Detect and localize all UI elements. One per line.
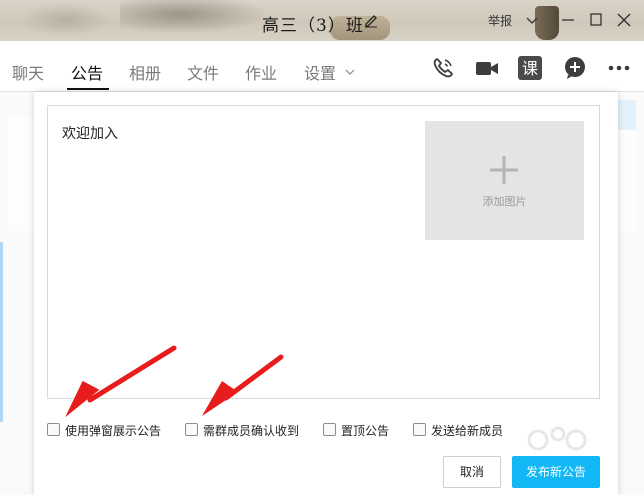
watermark-logo	[527, 426, 587, 451]
chevron-down-icon[interactable]	[521, 9, 543, 31]
add-icon[interactable]	[562, 55, 588, 81]
editor-text[interactable]: 欢迎加入	[62, 123, 118, 143]
tab-album[interactable]: 相册	[129, 60, 161, 84]
minimize-icon[interactable]	[557, 9, 579, 31]
checkbox[interactable]	[413, 423, 426, 436]
title-bar: 高三（3）班 举报	[0, 0, 644, 41]
maximize-icon[interactable]	[585, 9, 607, 31]
course-icon[interactable]: 课	[518, 56, 542, 80]
tab-chat[interactable]: 聊天	[12, 60, 44, 84]
close-icon[interactable]	[613, 9, 635, 31]
phone-icon[interactable]	[430, 55, 456, 81]
active-tab-indicator	[67, 88, 109, 90]
tab-bar: 聊天 公告 相册 文件 作业 设置 课	[0, 41, 644, 92]
background-art	[120, 0, 270, 34]
add-image-label: 添加图片	[482, 195, 527, 208]
group-title: 高三（3）班	[262, 16, 364, 36]
option-label: 需群成员确认收到	[203, 424, 300, 438]
tab-settings-label: 设置	[304, 64, 337, 83]
report-button[interactable]: 举报	[488, 12, 512, 29]
more-icon[interactable]	[606, 55, 632, 81]
background-art	[20, 2, 110, 37]
tab-announcement[interactable]: 公告	[71, 60, 103, 84]
cancel-button[interactable]: 取消	[443, 456, 501, 488]
tab-homework[interactable]: 作业	[245, 60, 277, 84]
checkbox[interactable]	[323, 423, 336, 436]
video-icon[interactable]	[474, 55, 500, 81]
edit-icon[interactable]	[363, 12, 379, 28]
tab-settings[interactable]: 设置	[304, 60, 356, 84]
option-label: 置顶公告	[341, 424, 390, 438]
plus-icon	[490, 156, 518, 184]
add-image-button[interactable]: 添加图片	[425, 121, 584, 240]
checkbox[interactable]	[47, 423, 60, 436]
tab-files[interactable]: 文件	[187, 60, 219, 84]
checkbox[interactable]	[185, 423, 198, 436]
announcement-editor[interactable]: 欢迎加入 添加图片	[47, 105, 600, 399]
option-label: 发送给新成员	[431, 424, 504, 438]
option-label: 使用弹窗展示公告	[65, 424, 162, 438]
chevron-down-icon	[345, 69, 355, 75]
